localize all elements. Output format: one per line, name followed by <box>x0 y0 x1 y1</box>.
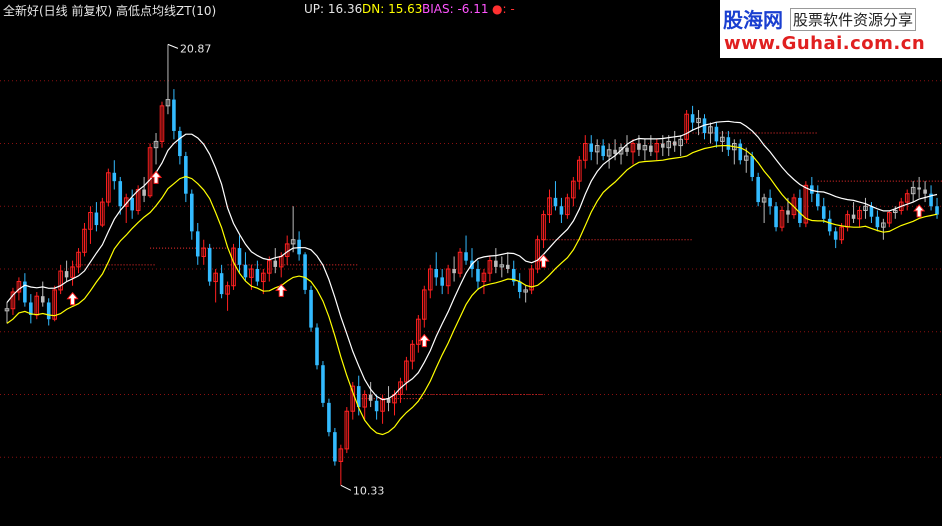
candle-body-51[interactable] <box>309 289 313 328</box>
candle-body-125[interactable] <box>750 156 754 177</box>
candle-body-112[interactable] <box>672 141 677 146</box>
candle-body-92[interactable] <box>553 197 558 207</box>
candle-body-72[interactable] <box>434 269 439 278</box>
candle-body-55[interactable] <box>333 432 337 462</box>
watermark-slogan: 股票软件资源分享 <box>790 8 917 31</box>
watermark-site-name: 股海网 <box>723 8 783 32</box>
candle-body-23[interactable] <box>142 189 146 196</box>
candle-body-156[interactable] <box>935 206 939 215</box>
candle-body-104[interactable] <box>625 147 629 152</box>
candle-body-15[interactable] <box>94 212 99 226</box>
chart-title: 全新好(日线 前复权) 高低点均线ZT(10) <box>3 4 217 18</box>
candle-body-146[interactable] <box>875 216 880 228</box>
candle-body-108[interactable] <box>649 145 653 152</box>
up-arrow-5 <box>913 204 926 218</box>
candle-body-98[interactable] <box>589 143 594 152</box>
candle-body-34[interactable] <box>207 248 212 282</box>
dn-band-line <box>6 145 938 436</box>
candle-body-145[interactable] <box>869 206 874 217</box>
candle-body-142[interactable] <box>851 214 856 219</box>
watermark-logo: 股海网 股票软件资源分享 www.Guhai.com.cn <box>720 0 942 58</box>
candle-body-131[interactable] <box>786 210 790 215</box>
candle-body-128[interactable] <box>768 197 772 207</box>
candle-body-126[interactable] <box>756 176 760 203</box>
up-arrow-1 <box>149 170 163 184</box>
candle-body-110[interactable] <box>660 143 665 148</box>
annotation-label-1: 10.33 <box>353 484 385 497</box>
dn-value-label: DN: 15.63 <box>362 2 423 16</box>
candle-body-73[interactable] <box>440 277 444 286</box>
candle-body-123[interactable] <box>738 143 743 161</box>
candle-body-137[interactable] <box>821 206 826 219</box>
candle-body-19[interactable] <box>118 181 123 207</box>
up-arrow-3 <box>418 333 431 348</box>
annotation-leader-0 <box>167 43 179 49</box>
candle-body-32[interactable] <box>195 231 200 257</box>
candle-body-39[interactable] <box>237 248 242 265</box>
candle-body-84[interactable] <box>505 264 510 269</box>
candle-body-7[interactable] <box>46 302 51 320</box>
watermark-url: www.Guhai.com.cn <box>724 33 926 54</box>
candle-body-93[interactable] <box>559 206 564 215</box>
annotation-leader-1 <box>340 484 352 491</box>
candle-body-45[interactable] <box>273 260 278 267</box>
candle-body-121[interactable] <box>726 137 731 150</box>
candle-body-115[interactable] <box>690 114 695 123</box>
bias-value-label: BIAS: -6.11 <box>422 2 489 16</box>
candle-body-29[interactable] <box>178 130 182 157</box>
candle-body-49[interactable] <box>297 239 301 255</box>
candle-body-36[interactable] <box>219 273 224 295</box>
extreme-annotations: 20.87 10.33 <box>167 42 385 497</box>
candle-body-52[interactable] <box>315 327 319 366</box>
candle-body-133[interactable] <box>798 197 802 223</box>
candle-body-40[interactable] <box>243 264 248 278</box>
dot-signal-label: ●: - <box>492 2 515 16</box>
candle-body-10[interactable] <box>64 271 69 278</box>
candle-body-153[interactable] <box>917 187 921 190</box>
candle-body-100[interactable] <box>601 145 605 157</box>
candle-body-75[interactable] <box>452 269 456 274</box>
candle-body-106[interactable] <box>637 143 641 150</box>
up-arrow-0 <box>66 291 79 306</box>
candle-body-77[interactable] <box>464 252 468 261</box>
candle-body-6[interactable] <box>40 296 45 303</box>
candle-body-18[interactable] <box>112 172 117 182</box>
candle-body-31[interactable] <box>190 193 194 232</box>
annotation-label-0: 20.87 <box>180 42 212 55</box>
candle-body-102[interactable] <box>613 149 617 154</box>
candlestick-chart[interactable]: 20.87 10.33 <box>0 0 942 526</box>
candle-body-86[interactable] <box>517 281 522 293</box>
candle-body-139[interactable] <box>833 231 838 240</box>
candle-body-30[interactable] <box>184 156 188 194</box>
candle-body-62[interactable] <box>374 400 379 412</box>
candle-body-54[interactable] <box>327 402 331 433</box>
candle-body-129[interactable] <box>774 206 778 228</box>
candle-body-82[interactable] <box>494 260 498 267</box>
candle-body-138[interactable] <box>827 218 832 232</box>
candle-body-53[interactable] <box>321 365 325 403</box>
candle-body-61[interactable] <box>368 394 373 401</box>
up-value-label: UP: 16.36 <box>304 2 363 16</box>
up-arrow-2 <box>275 283 288 297</box>
candle-body-50[interactable] <box>303 254 307 290</box>
candle-body-28[interactable] <box>172 99 176 131</box>
candle-body-154[interactable] <box>923 189 927 194</box>
candle-body-21[interactable] <box>130 197 134 211</box>
candle-body-136[interactable] <box>815 193 820 207</box>
up-arrow-4 <box>537 254 550 268</box>
candle-body-119[interactable] <box>714 126 719 142</box>
candle-body-42[interactable] <box>255 269 260 282</box>
candle-body-79[interactable] <box>476 269 480 282</box>
